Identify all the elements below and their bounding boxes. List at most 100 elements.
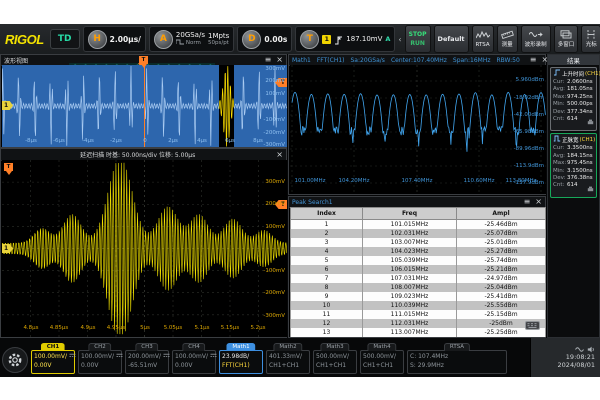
measurement-card-rise-time[interactable]: 上升时间(CH1)Cur:2.0600nsAvg:181.05nsMax:974… <box>550 67 597 131</box>
rigol-logo: RIGOL <box>5 32 44 47</box>
toolbar-button-default[interactable]: Default <box>434 25 469 53</box>
measurement-stat-label: Min: <box>553 168 567 175</box>
table-row[interactable]: 11111.015MHz-25.15dBm <box>291 310 546 319</box>
trigger-source-tag[interactable]: 1 <box>322 35 331 44</box>
channel-card-ch1[interactable]: CH1100.00mV/Ω0.00V <box>31 350 75 374</box>
table-row[interactable]: 5105.039MHz-25.74dBm <box>291 256 546 265</box>
acquire-knob[interactable]: A <box>154 30 173 49</box>
channel-card-math2[interactable]: Math2401.33mV/CH1+CH1 <box>266 350 310 374</box>
run-stop-button[interactable]: STOP RUN <box>405 25 431 53</box>
status-icons <box>575 346 595 353</box>
x-axis-label: 104.20MHz <box>338 178 369 184</box>
memory-depth-value: 1Mpts <box>208 32 229 40</box>
table-cell: -25.74dBm <box>457 256 546 265</box>
toolbar-button-rtsa[interactable]: RTSA <box>472 25 494 53</box>
trigger-position-flag[interactable]: T <box>139 56 148 64</box>
trigger-group[interactable]: T 1 187.10mV A <box>295 26 395 52</box>
toolbar-button-measure[interactable]: 测量 <box>497 25 518 53</box>
channel-card-ch2[interactable]: CH2100.00mV/0.00V <box>78 350 122 374</box>
channel-scale: 100.00mV/Ω <box>32 351 74 361</box>
close-icon[interactable]: × <box>276 151 283 159</box>
measurement-channel: (CH1) <box>580 137 596 143</box>
channel-scale: 100.00mV/ <box>173 351 215 361</box>
zoom-trigger-flag[interactable]: T <box>4 163 13 171</box>
delay-group[interactable]: D 0.00s <box>237 26 292 52</box>
table-row[interactable]: 6106.015MHz-25.21dBm <box>291 265 546 274</box>
trigger-position-line[interactable] <box>144 65 145 147</box>
delay-knob[interactable]: D <box>242 30 261 49</box>
channel-card-math3[interactable]: Math3500.00mV/CH1+CH1 <box>313 350 357 374</box>
acquire-group[interactable]: A 20GSa/s Norm 1Mpts 50ps/pt <box>149 26 234 52</box>
table-row[interactable]: 7107.031MHz-24.97dBm <box>291 274 546 283</box>
top-toolbar: RIGOL TD H 2.00μs/ A 20GSa/s Norm 1Mpts … <box>0 24 600 54</box>
zoom-view-panel: 延迟扫描 时基: 50.00ns/div 位移: 5.00μs × T1T300… <box>0 148 287 338</box>
channel-offset: S: 29.9MHz <box>408 361 506 370</box>
channel-card-tab: CH4 <box>182 343 205 351</box>
measurement-card-pos-pulse-width[interactable]: 正脉宽(CH1)Cur:3.3500nsAvg:184.15nsMax:975.… <box>550 133 597 197</box>
acquire-mode: Norm <box>186 40 201 46</box>
trigger-knob[interactable]: T <box>300 30 319 49</box>
horizontal-knob[interactable]: H <box>88 30 107 49</box>
measurement-row: Max:975.45ns <box>553 160 594 167</box>
channel-offset: 0.00V <box>173 361 215 370</box>
table-row[interactable]: 13113.007MHz-25.25dBm <box>291 328 546 337</box>
pos-pulse-width-icon <box>553 135 561 144</box>
y-axis-label: -100mV <box>263 117 285 123</box>
zoom-view-title: 延迟扫描 时基: 50.00ns/div 位移: 5.00μs <box>80 150 195 159</box>
table-row[interactable]: 12112.031MHz-25dBm <box>291 319 546 328</box>
measurement-card-title: 正脉宽(CH1) <box>553 135 594 144</box>
toolbar-button-record[interactable]: 波形录制 <box>521 25 551 53</box>
export-icon[interactable] <box>587 177 594 196</box>
settings-button[interactable] <box>2 347 28 373</box>
close-icon[interactable]: × <box>276 56 283 64</box>
measurement-stat-label: Min: <box>553 101 567 108</box>
resolution-value: 50ps/pt <box>208 40 229 46</box>
channel-card-rtsa[interactable]: RTSAC: 107.4MHzS: 29.9MHz <box>407 350 507 374</box>
clock-time: 19:08:21 <box>566 354 595 361</box>
y-axis-label: -300mV <box>263 313 285 319</box>
record-icon <box>529 30 543 42</box>
acquisition-mode-button[interactable]: TD <box>50 29 80 49</box>
peak-table: IndexFreqAmpl 1101.015MHz-25.46dBm2102.0… <box>290 207 546 337</box>
table-row[interactable]: 9109.023MHz-25.41dBm <box>291 292 546 301</box>
toolbar-button-cursor[interactable]: 光标 <box>581 25 600 53</box>
table-row[interactable]: 4104.023MHz-25.27dBm <box>291 247 546 256</box>
fft-trace <box>290 65 546 194</box>
x-axis-label: 101.00MHz <box>294 178 325 184</box>
toolbar-button-multi-window[interactable]: 多窗口 <box>554 25 579 53</box>
table-row[interactable]: 10110.039MHz-25.55dBm <box>291 301 546 310</box>
oscilloscope-screenshot: RIGOL TD H 2.00μs/ A 20GSa/s Norm 1Mpts … <box>0 0 600 400</box>
table-row[interactable]: 1101.015MHz-25.46dBm <box>291 220 546 230</box>
channel-scale-value: C: 107.4MHz <box>410 353 448 361</box>
menu-icon[interactable]: ≡ <box>265 56 272 64</box>
fft-plot[interactable]: 5.960dBm-18.02dBm-42.00dBm-65.98dBm-89.9… <box>290 65 546 194</box>
horizontal-group[interactable]: H 2.00μs/ <box>83 26 146 52</box>
zoom-plot[interactable]: T1T300mV200mV100mV-100mV-200mV-300mV4.8μ… <box>2 160 287 337</box>
close-icon[interactable]: × <box>535 198 542 206</box>
rtsa-icon <box>476 30 490 42</box>
keyboard-icon[interactable] <box>525 315 540 334</box>
y-axis-label: -18.02dBm <box>514 95 544 101</box>
square-wave-icon <box>176 39 184 47</box>
y-axis-label: 5.960dBm <box>516 77 544 83</box>
table-cell: -25.04dBm <box>457 283 546 292</box>
collapse-left-icon[interactable]: ‹ <box>398 35 401 44</box>
table-row[interactable]: 2102.031MHz-25.07dBm <box>291 229 546 238</box>
channel-scale-value: 100.00mV/ <box>81 353 114 361</box>
channel-card-ch3[interactable]: CH3200.00mV/Ω-65.51mV <box>125 350 169 374</box>
export-icon[interactable] <box>587 110 594 129</box>
table-cell: -25.07dBm <box>457 229 546 238</box>
table-cell: 107.031MHz <box>363 274 457 283</box>
x-axis-label: 8μs <box>253 138 263 144</box>
table-row[interactable]: 3103.007MHz-25.01dBm <box>291 238 546 247</box>
channel-card-math1[interactable]: Math123.98dB/FFT(CH1) <box>219 350 263 374</box>
menu-icon[interactable]: ≡ <box>530 56 537 64</box>
menu-icon[interactable]: ≡ <box>524 198 531 206</box>
channel-card-math4[interactable]: Math4500.00mV/CH1+CH1 <box>360 350 404 374</box>
overview-plot[interactable]: 1T300mV200mV100mV-100mV-200mV-300mV-8μs-… <box>2 65 287 147</box>
channel-card-ch4[interactable]: CH4100.00mV/0.00V <box>172 350 216 374</box>
table-cell: 109.023MHz <box>363 292 457 301</box>
channel-offset: CH1+CH1 <box>267 361 309 370</box>
measurement-card-title: 上升时间(CH1) <box>553 69 594 78</box>
table-row[interactable]: 8108.007MHz-25.04dBm <box>291 283 546 292</box>
